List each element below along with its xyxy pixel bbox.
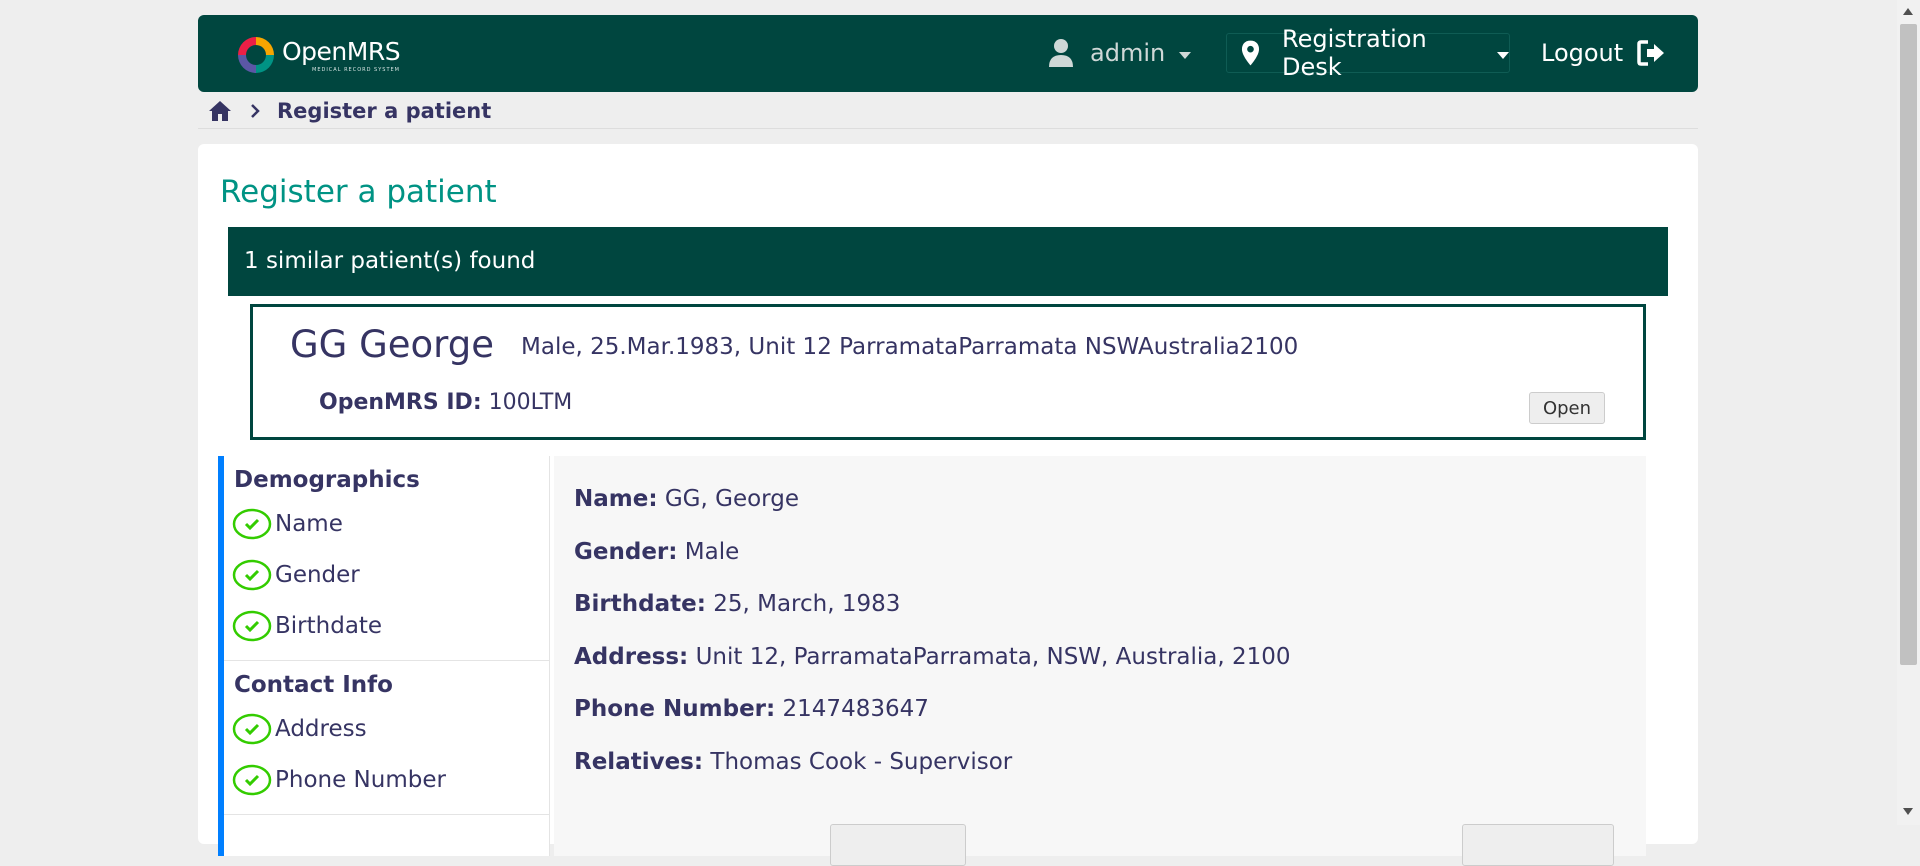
scroll-up-arrow-icon[interactable] bbox=[1903, 8, 1913, 15]
confirm-row-phone-number: Phone Number: 2147483647 bbox=[574, 696, 929, 722]
nav-item-address[interactable]: Address bbox=[232, 712, 367, 746]
map-marker-icon bbox=[1241, 40, 1260, 66]
openmrs-logo-icon bbox=[238, 37, 274, 73]
confirm-label: Relatives: bbox=[574, 749, 704, 775]
check-circle-icon bbox=[232, 508, 272, 540]
confirm-button[interactable] bbox=[1462, 824, 1614, 866]
similar-patient-card: GG George Male, 25.Mar.1983, Unit 12 Par… bbox=[250, 304, 1646, 440]
confirmation-panel: Name: GG, George Gender: Male Birthdate:… bbox=[554, 456, 1646, 866]
confirm-value: 2147483647 bbox=[782, 696, 929, 722]
similar-patient-details: Male, 25.Mar.1983, Unit 12 ParramataParr… bbox=[521, 334, 1299, 360]
logo-text: OpenMRS bbox=[282, 37, 401, 66]
chevron-down-icon bbox=[1179, 51, 1192, 59]
nav-item-label: Birthdate bbox=[275, 613, 383, 639]
confirm-row-address: Address: Unit 12, ParramataParramata, NS… bbox=[574, 644, 1291, 670]
logout-button[interactable]: Logout bbox=[1541, 35, 1665, 71]
logo-subtext: MEDICAL RECORD SYSTEM bbox=[312, 67, 400, 73]
nav-item-name[interactable]: Name bbox=[232, 507, 343, 541]
section-nav: Demographics Name Gender Birthdate Conta… bbox=[218, 456, 550, 856]
nav-item-gender[interactable]: Gender bbox=[232, 558, 360, 592]
confirm-row-name: Name: GG, George bbox=[574, 486, 799, 512]
chevron-down-icon bbox=[1497, 51, 1509, 59]
nav-item-label: Gender bbox=[275, 562, 360, 588]
confirm-value: Thomas Cook - Supervisor bbox=[710, 749, 1013, 775]
confirm-value: 25, March, 1983 bbox=[713, 591, 901, 617]
nav-item-phone-number[interactable]: Phone Number bbox=[232, 763, 446, 797]
cancel-button[interactable] bbox=[830, 824, 966, 866]
breadcrumb-current: Register a patient bbox=[277, 99, 492, 123]
confirm-value: GG, George bbox=[664, 486, 799, 512]
similar-patient-name: GG George bbox=[290, 323, 494, 366]
nav-divider bbox=[224, 814, 550, 815]
section-title-contact-info[interactable]: Contact Info bbox=[234, 672, 393, 698]
check-circle-icon bbox=[232, 559, 272, 591]
confirm-value: Unit 12, ParramataParramata, NSW, Austra… bbox=[695, 644, 1291, 670]
open-patient-button[interactable]: Open bbox=[1529, 392, 1605, 424]
confirm-label: Phone Number: bbox=[574, 696, 776, 722]
location-label: Registration Desk bbox=[1281, 25, 1427, 81]
nav-item-birthdate[interactable]: Birthdate bbox=[232, 609, 382, 643]
confirm-label: Address: bbox=[574, 644, 689, 670]
similar-patient-id: OpenMRS ID: 100LTM bbox=[319, 390, 572, 415]
similar-patients-banner: 1 similar patient(s) found bbox=[228, 227, 1668, 296]
scroll-down-arrow-icon[interactable] bbox=[1903, 808, 1913, 815]
breadcrumb: Register a patient bbox=[198, 96, 1698, 129]
scrollbar-thumb[interactable] bbox=[1900, 24, 1917, 665]
confirm-label: Name: bbox=[574, 486, 658, 512]
check-circle-icon bbox=[232, 764, 272, 796]
top-header: OpenMRS MEDICAL RECORD SYSTEM admin Regi… bbox=[198, 15, 1698, 92]
chevron-right-icon bbox=[251, 104, 260, 118]
patient-id-value: 100LTM bbox=[488, 390, 573, 415]
nav-item-label: Name bbox=[275, 511, 343, 537]
confirm-row-gender: Gender: Male bbox=[574, 539, 739, 565]
location-menu[interactable]: Registration Desk bbox=[1226, 25, 1510, 81]
home-icon[interactable] bbox=[208, 100, 232, 122]
main-content: Register a patient 1 similar patient(s) … bbox=[198, 144, 1698, 866]
confirm-label: Birthdate: bbox=[574, 591, 706, 617]
check-circle-icon bbox=[232, 610, 272, 642]
page-title: Register a patient bbox=[220, 174, 497, 210]
logout-label: Logout bbox=[1541, 39, 1624, 67]
patient-id-label: OpenMRS ID: bbox=[319, 390, 482, 415]
openmrs-logo[interactable]: OpenMRS MEDICAL RECORD SYSTEM bbox=[236, 35, 406, 79]
nav-divider bbox=[224, 660, 550, 661]
nav-item-label: Phone Number bbox=[275, 767, 446, 793]
confirm-row-relatives: Relatives: Thomas Cook - Supervisor bbox=[574, 749, 1012, 775]
page-scrollbar[interactable] bbox=[1897, 0, 1920, 825]
section-title-demographics[interactable]: Demographics bbox=[234, 467, 420, 493]
confirm-row-birthdate: Birthdate: 25, March, 1983 bbox=[574, 591, 900, 617]
user-menu[interactable]: admin bbox=[1048, 35, 1192, 71]
nav-item-label: Address bbox=[275, 716, 367, 742]
user-label: admin bbox=[1090, 39, 1166, 67]
confirm-value: Male bbox=[684, 539, 740, 565]
sign-out-icon bbox=[1637, 40, 1665, 66]
check-circle-icon bbox=[232, 713, 272, 745]
user-icon bbox=[1049, 39, 1073, 67]
confirm-label: Gender: bbox=[574, 539, 678, 565]
